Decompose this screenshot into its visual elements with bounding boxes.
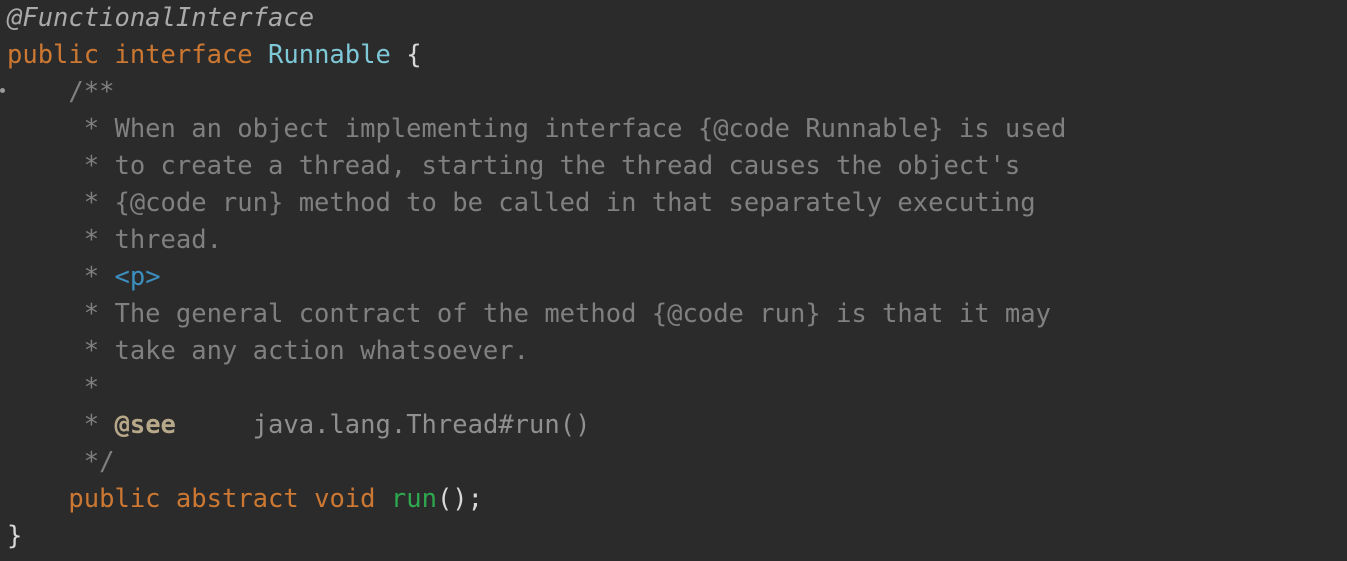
code-line-3: /** bbox=[7, 74, 114, 111]
html-tag-p: <p> bbox=[114, 262, 161, 292]
code-line-15: } bbox=[7, 518, 22, 555]
class-name: Runnable bbox=[268, 40, 391, 70]
code-line-14: public abstract void run(); bbox=[7, 481, 483, 518]
javadoc-star: * bbox=[83, 262, 100, 292]
javadoc-line: * to create a thread, starting the threa… bbox=[83, 151, 1021, 181]
code-line-13: */ bbox=[7, 444, 115, 481]
close-brace: } bbox=[7, 521, 23, 551]
code-line-8: * <p> bbox=[7, 259, 161, 296]
code-line-10: * take any action whatsoever. bbox=[7, 333, 529, 370]
code-line-7: * thread. bbox=[7, 222, 222, 259]
fold-marker-icon[interactable] bbox=[0, 88, 5, 93]
code-line-1: @FunctionalInterface bbox=[7, 0, 314, 37]
keyword-public: public bbox=[68, 484, 161, 514]
javadoc-open: /** bbox=[68, 77, 115, 107]
code-line-6: * {@code run} method to be called in tha… bbox=[7, 185, 1036, 222]
annotation: @FunctionalInterface bbox=[7, 3, 315, 33]
javadoc-line: * take any action whatsoever. bbox=[83, 336, 529, 366]
code-line-4: * When an object implementing interface … bbox=[7, 111, 1067, 148]
javadoc-close: */ bbox=[83, 447, 115, 477]
javadoc-line: * When an object implementing interface … bbox=[83, 114, 1067, 144]
code-line-9: * The general contract of the method {@c… bbox=[7, 296, 1051, 333]
open-brace: { bbox=[406, 40, 422, 70]
javadoc-line: * thread. bbox=[83, 225, 222, 255]
method-name: run bbox=[390, 484, 437, 514]
javadoc-star: * bbox=[83, 373, 100, 403]
keyword-public: public bbox=[7, 40, 100, 70]
code-line-12: * @see java.lang.Thread#run() bbox=[7, 407, 591, 444]
code-line-11: * bbox=[7, 370, 99, 407]
javadoc-line: * The general contract of the method {@c… bbox=[83, 299, 1051, 329]
code-editor[interactable]: @FunctionalInterface public interface Ru… bbox=[0, 0, 1347, 561]
keyword-abstract: abstract bbox=[175, 484, 299, 514]
code-line-2: public interface Runnable { bbox=[7, 37, 422, 74]
see-reference: java.lang.Thread#run() bbox=[252, 410, 591, 440]
method-parens: (); bbox=[436, 484, 483, 514]
code-line-5: * to create a thread, starting the threa… bbox=[7, 148, 1021, 185]
keyword-void: void bbox=[314, 484, 376, 514]
javadoc-star: * bbox=[83, 410, 100, 440]
keyword-interface: interface bbox=[114, 40, 253, 70]
javadoc-line: * {@code run} method to be called in tha… bbox=[83, 188, 1036, 218]
javadoc-see-tag: @see bbox=[114, 410, 176, 440]
